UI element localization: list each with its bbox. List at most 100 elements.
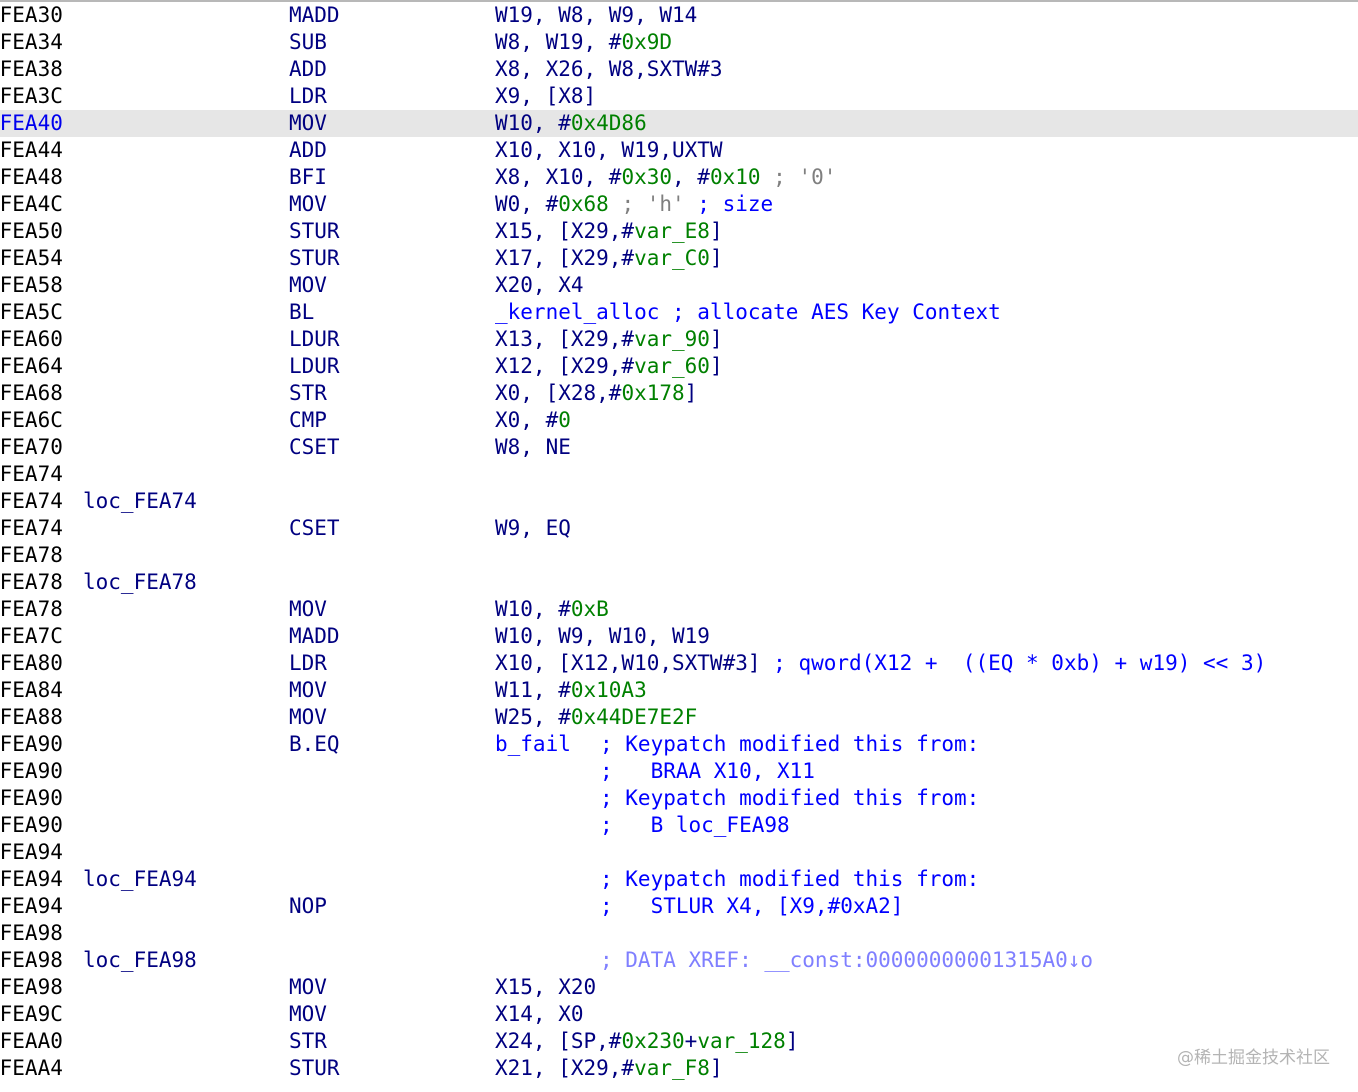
listing-row[interactable]: 0FEA94 (0, 839, 1358, 866)
operand-token: ; size (684, 192, 774, 216)
address[interactable]: 0FEA34 (0, 29, 63, 56)
address[interactable]: 0FEA6C (0, 407, 63, 434)
listing-row[interactable]: 0FEA54 STUR X17, [X29,#var_C0] (0, 245, 1358, 272)
operand-token: X21, [X29,# (495, 1056, 635, 1080)
listing-row[interactable]: 0FEA80 LDR X10, [X12,W10,SXTW#3] ; qword(X… (0, 650, 1358, 677)
address[interactable]: 0FEA7C (0, 623, 63, 650)
listing-row[interactable]: 0FEA60 LDUR X13, [X29,#var_90] (0, 326, 1358, 353)
address[interactable]: 0FEA44 (0, 137, 63, 164)
address[interactable]: 0FEA60 (0, 326, 63, 353)
listing-row[interactable]: 0FEA48 BFI X8, X10, #0x30, #0x10 ; '0' (0, 164, 1358, 191)
address[interactable]: 0FEA80 (0, 650, 63, 677)
listing-row[interactable]: 0FEA98 (0, 920, 1358, 947)
address[interactable]: 0FEA78 (0, 569, 63, 596)
operands: X13, [X29,#var_90] (495, 326, 723, 353)
comment: ; B loc_FEA98 (600, 812, 790, 839)
address[interactable]: 0FEA94 (0, 839, 63, 866)
address[interactable]: 0FEA48 (0, 164, 63, 191)
address[interactable]: 0FEA70 (0, 434, 63, 461)
listing-row[interactable]: 0FEA58 MOV X20, X4 (0, 272, 1358, 299)
operand-token: 0 (558, 408, 571, 432)
address[interactable]: 0FEA54 (0, 245, 63, 272)
address[interactable]: 0FEA90 (0, 731, 63, 758)
operand-token[interactable]: _kernel_alloc (495, 300, 659, 324)
address[interactable]: 0FEA4C (0, 191, 63, 218)
address[interactable]: 0FEA98 (0, 920, 63, 947)
listing-row[interactable]: 0FEA7C MADD W10, W9, W10, W19 (0, 623, 1358, 650)
listing-row[interactable]: 0FEA88 MOV W25, #0x44DE7E2F (0, 704, 1358, 731)
listing-row[interactable]: 0FEA70 CSET W8, NE (0, 434, 1358, 461)
operand-token: 0x9D (621, 30, 673, 54)
address[interactable]: 0FEA74 (0, 488, 63, 515)
listing-row[interactable]: 0FEA74 CSET W9, EQ (0, 515, 1358, 542)
listing-row[interactable]: 0FEA50 STUR X15, [X29,#var_E8] (0, 218, 1358, 245)
listing-row[interactable]: 0FEA6C CMP X0, #0 (0, 407, 1358, 434)
operand-token: 0x44DE7E2F (570, 705, 698, 729)
address[interactable]: 0FEA90 (0, 758, 63, 785)
listing-row[interactable]: 0FEA38 ADD X8, X26, W8,SXTW#3 (0, 56, 1358, 83)
listing-row[interactable]: 0FEAA0 STR X24, [SP,#0x230+var_128] (0, 1028, 1358, 1055)
address[interactable]: 0FEA64 (0, 353, 63, 380)
listing-row[interactable]: 0FEA40 MOV W10, #0x4D86 (0, 110, 1358, 137)
address[interactable]: 0FEA84 (0, 677, 63, 704)
listing-row[interactable]: 0FEA90 B.EQ b_fail ; Keypatch modified this… (0, 731, 1358, 758)
listing-row[interactable]: 0FEA90 ; Keypatch modified this from: (0, 785, 1358, 812)
listing-row[interactable]: 0FEA9C MOV X14, X0 (0, 1001, 1358, 1028)
listing-row[interactable]: 0FEA78 (0, 542, 1358, 569)
address[interactable]: 0FEA58 (0, 272, 63, 299)
listing-row[interactable]: 0FEA98 loc_FEA98 ; DATA XREF: __const:0000… (0, 947, 1358, 974)
address[interactable]: 0FEA74 (0, 461, 63, 488)
address[interactable]: 0FEA40 (0, 110, 63, 137)
address[interactable]: 0FEA68 (0, 380, 63, 407)
address[interactable]: 0FEA74 (0, 515, 63, 542)
address[interactable]: 0FEA88 (0, 704, 63, 731)
disassembly-listing[interactable]: 0FEA30 MADD W19, W8, W9, W14 0FEA34 SUB W8, W… (0, 0, 1358, 1092)
listing-row[interactable]: 0FEA90 ; B loc_FEA98 (0, 812, 1358, 839)
address[interactable]: 0FEA90 (0, 785, 63, 812)
operand-token[interactable]: b_fail (495, 732, 571, 756)
address[interactable]: 0FEA9C (0, 1001, 63, 1028)
listing-row[interactable]: 0FEA68 STR X0, [X28,#0x178] (0, 380, 1358, 407)
address[interactable]: 0FEA50 (0, 218, 63, 245)
listing-row[interactable]: 0FEA78 loc_FEA78 (0, 569, 1358, 596)
listing-row[interactable]: 0FEA74 (0, 461, 1358, 488)
address[interactable]: 0FEA98 (0, 974, 63, 1001)
address[interactable]: 0FEA78 (0, 542, 63, 569)
listing-row[interactable]: 0FEA78 MOV W10, #0xB (0, 596, 1358, 623)
address[interactable]: 0FEA78 (0, 596, 63, 623)
address[interactable]: 0FEAA4 (0, 1055, 63, 1082)
address[interactable]: 0FEA94 (0, 893, 63, 920)
mnemonic: LDUR (289, 327, 340, 351)
code-label[interactable]: loc_FEA74 (83, 488, 197, 515)
address[interactable]: 0FEA5C (0, 299, 63, 326)
address[interactable]: 0FEA3C (0, 83, 63, 110)
address[interactable]: 0FEA30 (0, 2, 63, 29)
operand-token: X8, X26, W8,SXTW#3 (495, 57, 723, 81)
listing-row[interactable]: 0FEA34 SUB W8, W19, #0x9D (0, 29, 1358, 56)
listing-row[interactable]: 0FEA3C LDR X9, [X8] (0, 83, 1358, 110)
listing-row[interactable]: 0FEA64 LDUR X12, [X29,#var_60] (0, 353, 1358, 380)
listing-row[interactable]: 0FEA30 MADD W19, W8, W9, W14 (0, 2, 1358, 29)
code-label[interactable]: loc_FEA98 (83, 947, 197, 974)
address[interactable]: 0FEAA0 (0, 1028, 63, 1055)
address[interactable]: 0FEA90 (0, 812, 63, 839)
listing-row[interactable]: 0FEA90 ; BRAA X10, X11 (0, 758, 1358, 785)
listing-row[interactable]: 0FEA74 loc_FEA74 (0, 488, 1358, 515)
listing-row[interactable]: 0FEAA4 STUR X21, [X29,#var_F8] (0, 1055, 1358, 1082)
operand-token: 0x230 (621, 1029, 685, 1053)
code-label[interactable]: loc_FEA94 (83, 866, 197, 893)
operand-token: X17, [X29,# (495, 246, 635, 270)
listing-row[interactable]: 0FEA44 ADD X10, X10, W19,UXTW (0, 137, 1358, 164)
listing-row[interactable]: 0FEA4C MOV W0, #0x68 ; 'h' ; size (0, 191, 1358, 218)
listing-row[interactable]: 0FEA5C BL _kernel_alloc ; allocate AES Key… (0, 299, 1358, 326)
operand-token: ; STLUR X4, [X9,#0xA2] (600, 894, 904, 918)
code-label[interactable]: loc_FEA78 (83, 569, 197, 596)
address[interactable]: 0FEA98 (0, 947, 63, 974)
address[interactable]: 0FEA94 (0, 866, 63, 893)
listing-row[interactable]: 0FEA94 loc_FEA94 ; Keypatch modified this … (0, 866, 1358, 893)
address[interactable]: 0FEA38 (0, 56, 63, 83)
mnemonic: MOV (289, 597, 327, 621)
listing-row[interactable]: 0FEA94 NOP ; STLUR X4, [X9,#0xA2] (0, 893, 1358, 920)
listing-row[interactable]: 0FEA84 MOV W11, #0x10A3 (0, 677, 1358, 704)
listing-row[interactable]: 0FEA98 MOV X15, X20 (0, 974, 1358, 1001)
